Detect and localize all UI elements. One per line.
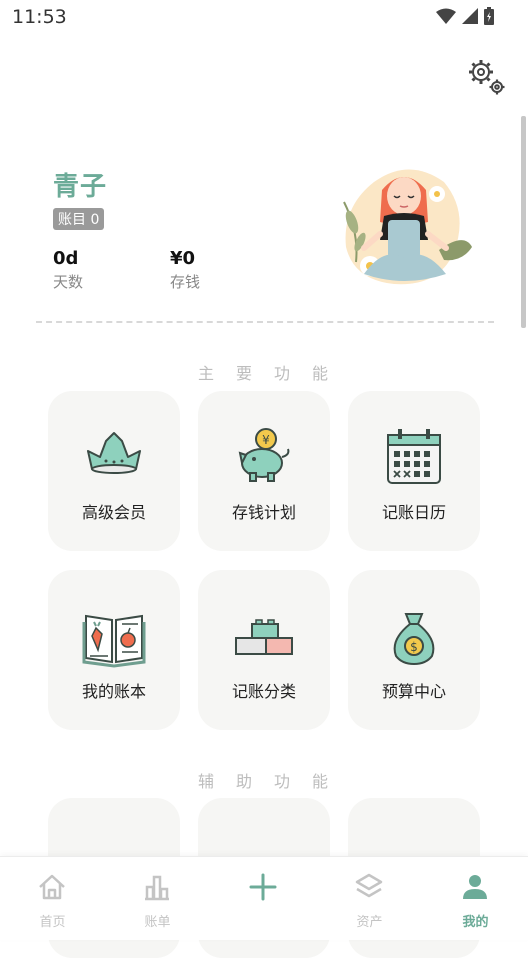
- add-icon: [249, 873, 277, 901]
- bookkeeping-calendar-card[interactable]: 记账日历: [348, 391, 480, 551]
- savings-label: 存钱: [170, 273, 201, 291]
- days-value: 0d: [53, 248, 79, 269]
- tab-assets-label: 资产: [356, 915, 383, 930]
- profile-section: 青子 账目 0 0d 天数 ¥0 存钱: [0, 150, 528, 310]
- premium-member-label: 高级会员: [81, 503, 146, 522]
- savings-stat: ¥0 存钱: [170, 248, 200, 292]
- wifi-icon: [436, 8, 456, 24]
- dashed-divider: [36, 321, 494, 323]
- aux-features-title: 辅助功能: [197, 772, 350, 791]
- tab-bills[interactable]: 账单: [105, 857, 210, 940]
- main-features-title: 主要功能: [197, 364, 350, 383]
- days-stat: 0d 天数: [53, 248, 83, 292]
- days-label: 天数: [53, 273, 84, 291]
- status-icons: [436, 7, 494, 25]
- savings-value: ¥0: [170, 248, 196, 269]
- tab-home-label: 首页: [39, 915, 66, 930]
- settings-button[interactable]: [466, 58, 508, 98]
- blocks-icon: [235, 619, 293, 655]
- bar-chart-icon: [145, 875, 169, 901]
- money-bag-icon: $: [393, 613, 435, 666]
- budget-center-card[interactable]: $ 预算中心: [348, 570, 480, 730]
- tab-home[interactable]: 首页: [0, 857, 105, 940]
- crown-icon: [87, 432, 141, 474]
- home-icon: [39, 874, 65, 900]
- signal-icon: [462, 8, 478, 24]
- person-icon: [463, 875, 487, 899]
- svg-text:¥: ¥: [262, 433, 270, 447]
- my-ledger-card[interactable]: 我的账本: [48, 570, 180, 730]
- bookkeeping-category-card[interactable]: 记账分类: [198, 570, 330, 730]
- svg-text:$: $: [410, 640, 418, 654]
- tab-assets[interactable]: 资产: [317, 857, 422, 940]
- calendar-icon: [387, 429, 441, 484]
- status-bar: 11:53: [0, 0, 528, 36]
- layers-icon: [355, 873, 383, 898]
- bottom-tab-bar: 首页 账单 资产 我的: [0, 856, 528, 940]
- gear-icon: [469, 60, 505, 95]
- books-count-badge[interactable]: 账目 0: [53, 208, 105, 230]
- status-time: 11:53: [12, 6, 67, 28]
- bookkeeping-category-label: 记账分类: [231, 682, 296, 701]
- bookkeeping-calendar-label: 记账日历: [381, 503, 446, 522]
- battery-icon: [484, 7, 494, 25]
- user-name: 青子: [53, 172, 108, 202]
- tab-mine[interactable]: 我的: [423, 857, 528, 940]
- avatar[interactable]: [334, 162, 476, 292]
- recipe-book-icon: [82, 614, 146, 668]
- my-ledger-label: 我的账本: [81, 682, 146, 701]
- piggy-bank-icon: ¥: [238, 428, 290, 482]
- tab-add[interactable]: [211, 857, 316, 940]
- tab-mine-label: 我的: [462, 915, 489, 930]
- premium-member-card[interactable]: 高级会员: [48, 391, 180, 551]
- budget-center-label: 预算中心: [381, 682, 446, 701]
- savings-plan-card[interactable]: ¥ 存钱计划: [198, 391, 330, 551]
- tab-bills-label: 账单: [144, 915, 171, 930]
- savings-plan-label: 存钱计划: [231, 503, 296, 522]
